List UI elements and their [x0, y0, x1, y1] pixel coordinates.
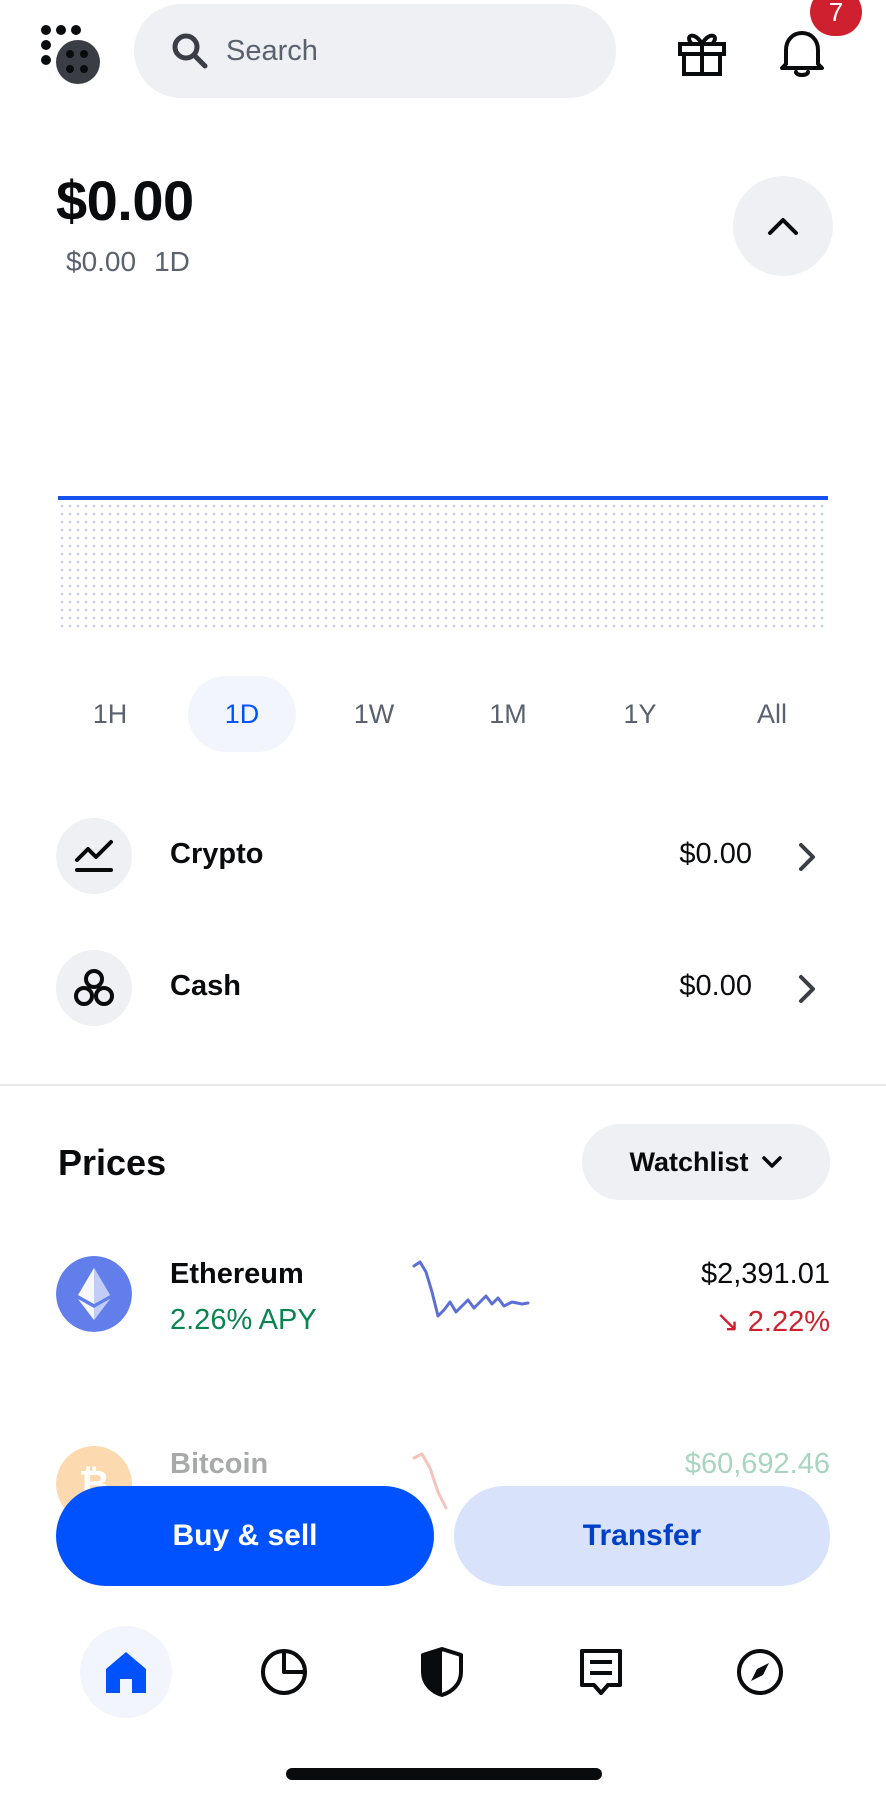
- bottom-navigation: [0, 1626, 886, 1718]
- asset-icon-bg: [56, 950, 132, 1026]
- portfolio-pie-icon: [261, 1649, 307, 1695]
- chevron-down-icon: [761, 1156, 782, 1168]
- portfolio-balance: $0.00: [56, 169, 194, 232]
- gift-icon[interactable]: [676, 26, 728, 78]
- balance-change-amount: $0.00: [66, 246, 137, 277]
- nav-activity[interactable]: [555, 1626, 647, 1718]
- shield-icon: [421, 1647, 463, 1697]
- tab-1m[interactable]: 1M: [454, 676, 562, 752]
- nav-portfolio[interactable]: [238, 1626, 330, 1718]
- balance-change-period: 1D: [154, 246, 190, 277]
- search-bar[interactable]: [134, 4, 616, 98]
- activity-receipt-icon: [580, 1649, 622, 1695]
- explore-compass-icon: [737, 1649, 783, 1695]
- transfer-button[interactable]: Transfer: [454, 1486, 830, 1586]
- asset-label: Crypto: [170, 838, 264, 870]
- chart-line-icon: [75, 840, 113, 872]
- asset-label: Cash: [170, 970, 241, 1002]
- search-input[interactable]: [224, 33, 584, 69]
- coins-icon: [74, 969, 114, 1006]
- asset-value: $0.00: [679, 970, 752, 1002]
- portfolio-chart-svg: [58, 496, 828, 632]
- portfolio-chart: [58, 494, 828, 634]
- chevron-up-icon: [768, 218, 798, 235]
- ethereum-icon: [56, 1256, 132, 1332]
- watchlist-dropdown[interactable]: Watchlist: [582, 1124, 830, 1200]
- nav-security[interactable]: [396, 1626, 488, 1718]
- tab-1h[interactable]: 1H: [56, 676, 164, 752]
- price-row-ethereum[interactable]: Ethereum 2.26% APY $2,391.01 ↘ 2.22%: [56, 1256, 830, 1346]
- collapse-chart-button[interactable]: [733, 176, 833, 276]
- coin-price: $60,692.46: [684, 1448, 830, 1480]
- buy-sell-button[interactable]: Buy & sell: [56, 1486, 434, 1586]
- coin-price: $2,391.01: [700, 1258, 830, 1290]
- app-grid-menu-icon[interactable]: [40, 24, 102, 86]
- tab-1y[interactable]: 1Y: [586, 676, 694, 752]
- nav-home[interactable]: [80, 1626, 172, 1718]
- asset-value: $0.00: [679, 838, 752, 870]
- watchlist-label: Watchlist: [629, 1146, 749, 1177]
- asset-icon-bg: [56, 818, 132, 894]
- top-bar: 7: [0, 0, 886, 110]
- search-icon: [172, 33, 208, 69]
- nav-explore[interactable]: [714, 1626, 806, 1718]
- prices-heading: Prices: [58, 1142, 167, 1183]
- tab-1w[interactable]: 1W: [320, 676, 428, 752]
- balance-change: $0.00 1D: [66, 246, 208, 278]
- time-range-tabs: 1H 1D 1W 1M 1Y All: [50, 676, 840, 752]
- asset-row-cash[interactable]: Cash $0.00: [56, 950, 830, 1030]
- coin-name: Bitcoin: [170, 1448, 269, 1480]
- chart-fill-area: [58, 500, 828, 632]
- coin-change: ↘ 2.22%: [715, 1306, 830, 1338]
- tab-1d[interactable]: 1D: [188, 676, 296, 752]
- home-icon: [106, 1652, 146, 1693]
- tab-all[interactable]: All: [718, 676, 826, 752]
- chevron-right-icon: [799, 975, 815, 1003]
- chevron-right-icon: [799, 843, 815, 871]
- ethereum-sparkline: [412, 1260, 530, 1318]
- coin-name: Ethereum: [170, 1258, 304, 1290]
- coin-apy: 2.26% APY: [170, 1304, 317, 1336]
- home-indicator[interactable]: [286, 1768, 602, 1780]
- asset-row-crypto[interactable]: Crypto $0.00: [56, 818, 830, 898]
- section-divider: [0, 1084, 886, 1086]
